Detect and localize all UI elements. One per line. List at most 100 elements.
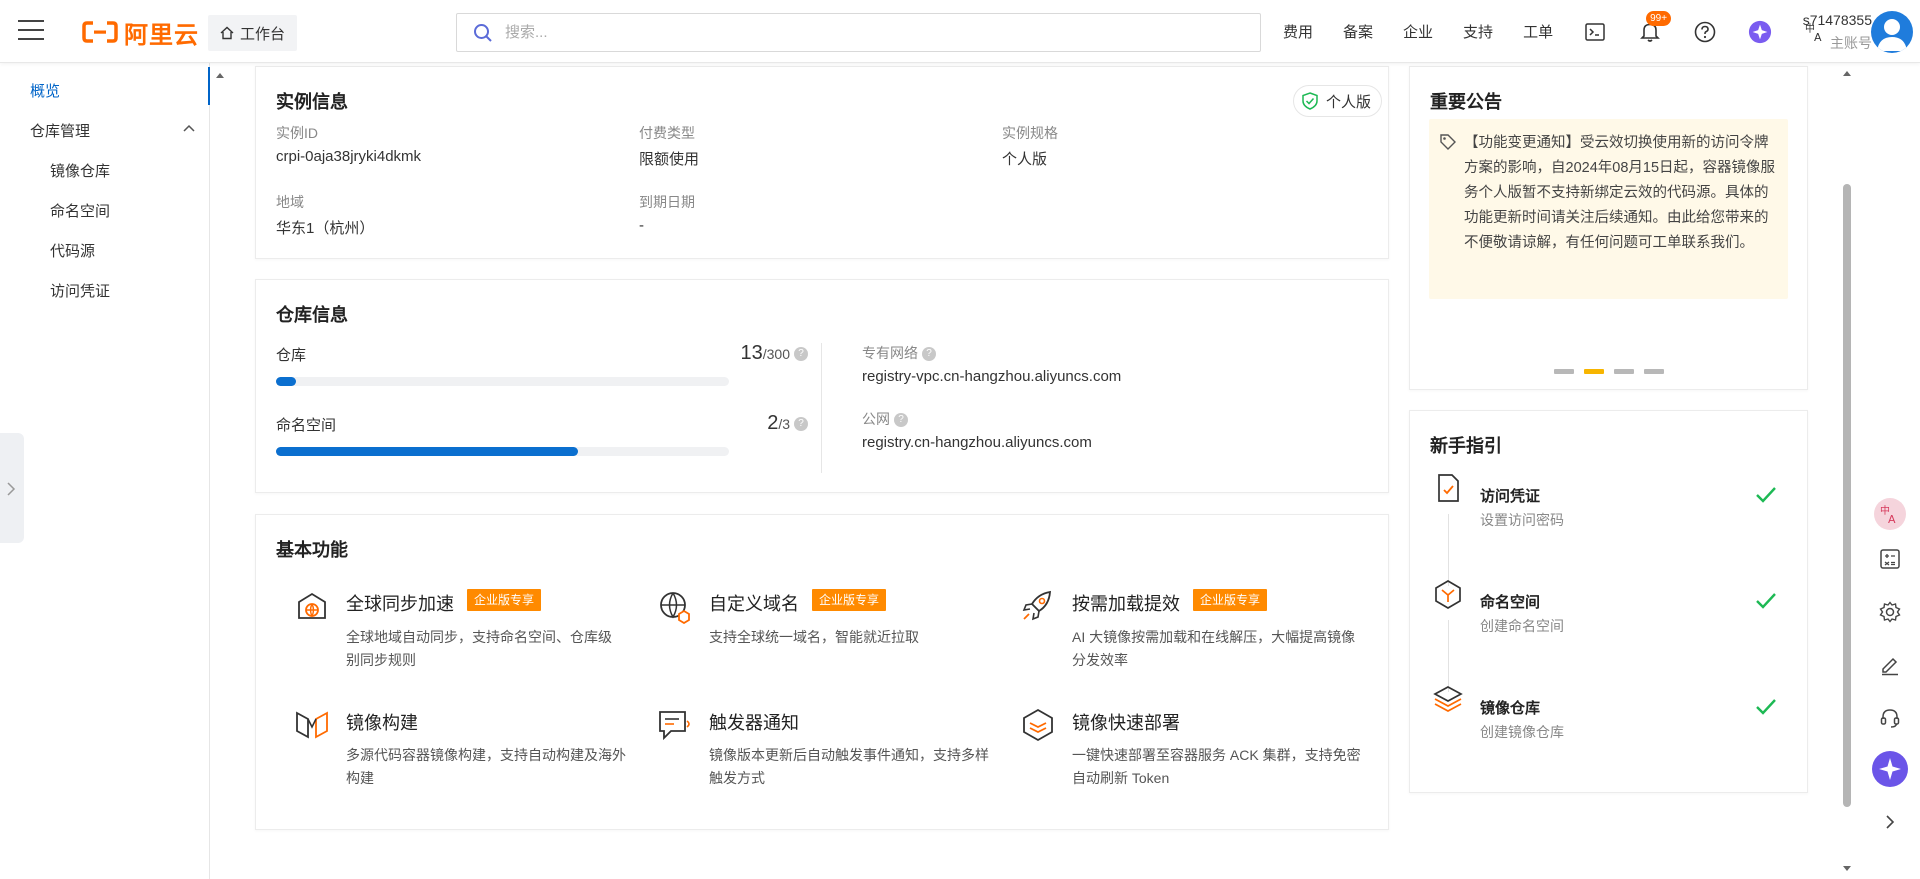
- aliyun-logo-mark: [82, 21, 118, 43]
- notice-text: 【功能变更通知】受云效切换使用新的访问令牌方案的影响，自2024年08月15日起…: [1464, 135, 1776, 251]
- customer-service-icon[interactable]: [1870, 698, 1910, 738]
- rocket-icon: [1022, 590, 1051, 621]
- feature-name-custom-domain[interactable]: 自定义域名: [709, 590, 799, 616]
- repo-progress-bar: [276, 377, 729, 386]
- help-icon[interactable]: [1693, 20, 1717, 44]
- field-value-pay-type: 限额使用: [639, 151, 700, 168]
- nav-icp[interactable]: 备案: [1343, 21, 1373, 42]
- scrollbar-thumb[interactable]: [1843, 184, 1851, 807]
- check-icon: [1756, 699, 1776, 715]
- help-icon[interactable]: ?: [894, 413, 908, 428]
- feature-name-image-build[interactable]: 镜像构建: [346, 709, 418, 735]
- guide-step-credential[interactable]: 访问凭证: [1480, 485, 1540, 506]
- carousel-dot[interactable]: [1614, 369, 1634, 374]
- tag-icon: [1440, 134, 1456, 150]
- feature-name-on-demand[interactable]: 按需加载提效: [1072, 590, 1180, 616]
- guide-step-namespace[interactable]: 命名空间: [1480, 591, 1540, 612]
- user-avatar-icon: [1877, 19, 1907, 51]
- calculator-icon[interactable]: [1870, 539, 1910, 579]
- avatar[interactable]: [1871, 11, 1913, 53]
- nav-ticket[interactable]: 工单: [1523, 21, 1553, 42]
- terminal-icon[interactable]: [1583, 20, 1607, 44]
- search-input[interactable]: [505, 24, 1205, 41]
- feature-name-trigger[interactable]: 触发器通知: [709, 709, 799, 735]
- features-card: 基本功能 全球同步加速 企业版专享 全球地域自动同步，支持命名空间、仓库级别同步…: [255, 514, 1389, 830]
- aliyun-logo[interactable]: 阿里云: [82, 18, 199, 49]
- ns-used: 2: [767, 412, 779, 434]
- help-icon[interactable]: ?: [922, 347, 936, 362]
- sidebar-item-namespace[interactable]: 命名空间: [50, 200, 110, 221]
- guide-step-namespace-sub: 创建命名空间: [1480, 618, 1564, 634]
- sidebar-expand-toggle[interactable]: [0, 433, 24, 543]
- account-info[interactable]: s71478355 主账号: [1787, 12, 1872, 53]
- feature-desc-global-sync: 全球地域自动同步，支持命名空间、仓库级别同步规则: [346, 629, 612, 668]
- sidebar-item-overview[interactable]: 概览: [30, 80, 60, 101]
- svg-text:A: A: [1888, 513, 1896, 526]
- field-label-instance-id: 实例ID: [276, 125, 318, 141]
- carousel-dot-active[interactable]: [1584, 369, 1604, 374]
- field-value-spec: 个人版: [1002, 151, 1048, 168]
- ai-assistant-float-icon[interactable]: [1870, 749, 1910, 789]
- namespace-count: 2/3?: [658, 412, 808, 435]
- feature-name-deploy[interactable]: 镜像快速部署: [1072, 709, 1180, 735]
- chevron-up-icon[interactable]: [183, 123, 195, 133]
- content-scroll-arrow-up[interactable]: [213, 66, 227, 878]
- check-icon: [1756, 487, 1776, 503]
- nav-support[interactable]: 支持: [1463, 21, 1493, 42]
- bell-icon[interactable]: 99+: [1638, 10, 1672, 44]
- edition-tag: 个人版: [1292, 85, 1382, 117]
- public-label: 公网?: [862, 409, 908, 429]
- guide-connector: [1448, 620, 1449, 692]
- collapse-toolbar-icon[interactable]: [1870, 802, 1910, 842]
- field-value-expire: -: [639, 217, 644, 234]
- feature-desc-custom-domain: 支持全球统一域名，智能就近拉取: [709, 629, 919, 645]
- carousel-dot[interactable]: [1554, 369, 1574, 374]
- custom-domain-icon: [660, 592, 690, 624]
- ai-assistant-icon[interactable]: [1748, 20, 1772, 44]
- help-icon[interactable]: ?: [794, 416, 808, 431]
- logo-text: 阿里云: [124, 21, 199, 49]
- public-label-text: 公网: [862, 411, 890, 427]
- nav-enterprise[interactable]: 企业: [1403, 21, 1433, 42]
- nav-billing[interactable]: 费用: [1283, 21, 1313, 42]
- notice-title: 重要公告: [1430, 92, 1502, 112]
- sidebar-item-image-repo[interactable]: 镜像仓库: [50, 160, 110, 181]
- repo-used: 13: [740, 342, 763, 364]
- deploy-icon: [1023, 708, 1053, 742]
- workbench-button[interactable]: 工作台: [208, 15, 298, 51]
- guide-step-repository-sub: 创建镜像仓库: [1480, 724, 1564, 740]
- help-icon[interactable]: ?: [794, 346, 808, 361]
- notice-banner[interactable]: 【功能变更通知】受云效切换使用新的访问令牌方案的影响，自2024年08月15日起…: [1429, 119, 1788, 299]
- repo-info-card: 仓库信息 仓库 13/300? 命名空间 2/3? 专有网络? registry…: [255, 279, 1389, 493]
- search-icon: [474, 23, 492, 42]
- repo-info-title: 仓库信息: [276, 305, 348, 325]
- sidebar-item-credential[interactable]: 访问凭证: [50, 280, 110, 301]
- sidebar-active-indicator: [208, 67, 210, 105]
- sidebar-group-repo-mgmt[interactable]: 仓库管理: [30, 120, 90, 141]
- guide-step-repository[interactable]: 镜像仓库: [1480, 697, 1540, 718]
- global-sync-icon: [298, 592, 326, 619]
- public-endpoint[interactable]: registry.cn-hangzhou.aliyuncs.com: [862, 434, 1092, 451]
- field-label-spec: 实例规格: [1002, 125, 1058, 141]
- feature-desc-image-build: 多源代码容器镜像构建，支持自动构建及海外构建: [346, 747, 626, 786]
- enterprise-tag: 企业版专享: [467, 589, 542, 611]
- sidebar-item-code-source[interactable]: 代码源: [50, 240, 95, 261]
- feature-name-global-sync[interactable]: 全球同步加速: [346, 590, 454, 616]
- shield-check-icon: [1302, 92, 1318, 110]
- guide-step-credential-sub: 设置访问密码: [1480, 512, 1564, 528]
- carousel-dot[interactable]: [1644, 369, 1664, 374]
- menu-icon[interactable]: [18, 20, 44, 42]
- edition-tag-label: 个人版: [1325, 93, 1371, 111]
- image-build-icon: [296, 711, 328, 739]
- edit-icon[interactable]: [1870, 645, 1910, 685]
- search-box[interactable]: [456, 13, 1261, 52]
- namespace-progress-bar: [276, 447, 729, 456]
- gear-icon[interactable]: [1870, 592, 1910, 632]
- scroll-up-icon[interactable]: [1841, 68, 1853, 78]
- field-value-instance-id: crpi-0aja38jryki4dkmk: [276, 148, 422, 165]
- scroll-down-icon[interactable]: [1841, 864, 1853, 874]
- instance-info-title: 实例信息: [276, 92, 348, 112]
- vpc-endpoint[interactable]: registry-vpc.cn-hangzhou.aliyuncs.com: [862, 368, 1121, 385]
- page-scrollbar[interactable]: [1840, 66, 1854, 878]
- language-float-icon[interactable]: 中A: [1870, 494, 1910, 534]
